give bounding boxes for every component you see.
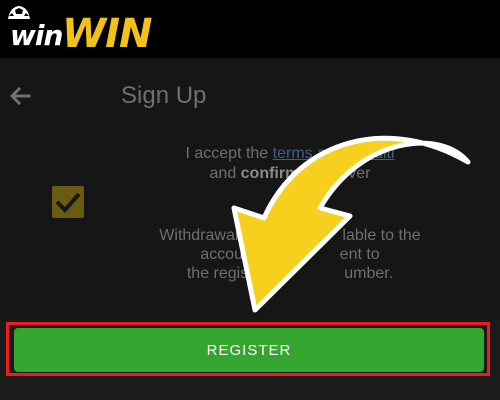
app-header: win WIN: [0, 0, 500, 58]
register-button[interactable]: REGISTER: [14, 328, 484, 372]
logo-win-small: win: [10, 19, 63, 52]
pointer-arrow-icon: [231, 135, 471, 313]
winwin-logo[interactable]: win WIN: [6, 4, 152, 56]
logo-win-large: WIN: [62, 11, 152, 57]
